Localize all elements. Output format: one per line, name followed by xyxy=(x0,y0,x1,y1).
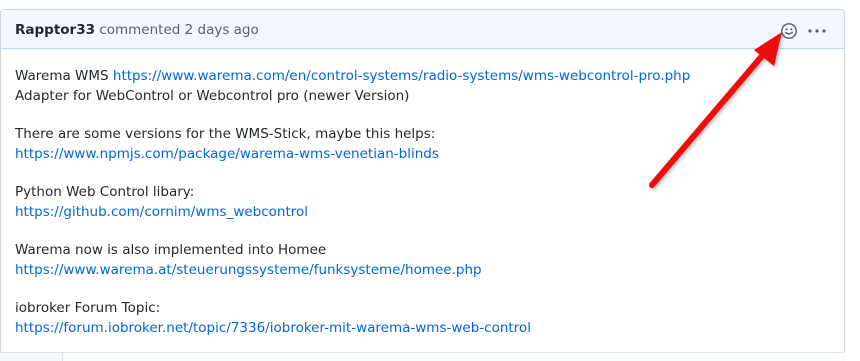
kebab-horizontal-icon[interactable] xyxy=(807,22,827,40)
paragraph-text: iobroker Forum Topic: xyxy=(15,300,161,316)
comment-author[interactable]: Rapptor33 xyxy=(15,22,95,38)
paragraph-text: Adapter for WebControl or Webcontrol pro… xyxy=(15,88,410,104)
comment-header: Rapptor33 commented 2 days ago xyxy=(1,10,844,49)
comment-body: Warema WMS https://www.warema.com/en/con… xyxy=(1,49,844,338)
link-iobroker-forum[interactable]: https://forum.iobroker.net/topic/7336/io… xyxy=(15,320,531,336)
comment-header-text: Rapptor33 commented 2 days ago xyxy=(15,21,259,39)
paragraph-python-library: Python Web Control libary: https://githu… xyxy=(15,182,830,222)
paragraph-homee: Warema now is also implemented into Home… xyxy=(15,240,830,280)
link-warema-webcontrol-pro[interactable]: https://www.warema.com/en/control-system… xyxy=(113,68,690,84)
comment-action: commented xyxy=(99,22,181,38)
paragraph-warema-wms: Warema WMS https://www.warema.com/en/con… xyxy=(15,66,830,106)
smiley-icon[interactable] xyxy=(780,22,798,40)
comment-time[interactable]: 2 days ago xyxy=(185,22,259,38)
paragraph-text: There are some versions for the WMS-Stic… xyxy=(15,126,436,142)
link-npm-warema[interactable]: https://www.npmjs.com/package/warema-wms… xyxy=(15,146,439,162)
link-github-wms-webcontrol[interactable]: https://github.com/cornim/wms_webcontrol xyxy=(15,204,308,220)
paragraph-wms-stick: There are some versions for the WMS-Stic… xyxy=(15,124,830,164)
paragraph-iobroker-forum: iobroker Forum Topic: https://forum.iobr… xyxy=(15,298,830,338)
paragraph-text: Python Web Control libary: xyxy=(15,184,195,200)
paragraph-text: Warema WMS xyxy=(15,68,113,84)
comment-card: Rapptor33 commented 2 days ago Warema WM… xyxy=(0,9,845,354)
link-warema-homee[interactable]: https://www.warema.at/steuerungssysteme/… xyxy=(15,262,482,278)
paragraph-text: Warema now is also implemented into Home… xyxy=(15,242,327,258)
